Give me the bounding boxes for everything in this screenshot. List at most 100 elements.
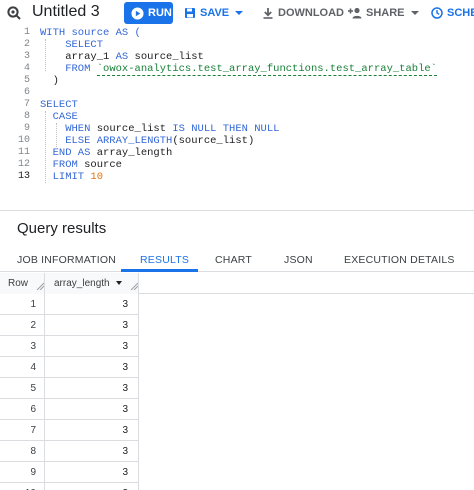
table-row[interactable]: 73 [0,420,474,441]
code-line[interactable]: 8 CASE [0,111,474,123]
line-number: 9 [23,123,30,134]
sql-keyword: AS [115,51,129,63]
editor-results-divider[interactable] [0,210,474,211]
code-line[interactable]: 10 ELSE ARRAY_LENGTH(source_list) [0,135,474,147]
save-button[interactable]: SAVE [184,7,244,19]
indent-guide [45,39,46,71]
table-row[interactable]: 23 [0,315,474,336]
sql-keyword: END AS [40,147,97,159]
code-token: ) [40,75,59,87]
schedule-button-label: SCHED [447,7,474,19]
query-title[interactable]: Untitled 3 [32,3,100,21]
column-header-label: array_length [54,278,110,289]
table-row[interactable]: 63 [0,399,474,420]
table-row[interactable]: 93 [0,462,474,483]
code-text: LIMIT 10 [40,171,103,183]
schedule-button[interactable]: SCHED [431,7,474,19]
sql-keyword: LIMIT [40,171,91,183]
table-row[interactable]: 83 [0,441,474,462]
sql-keyword: FROM [40,63,97,75]
array-length-cell[interactable]: 3 [46,404,128,415]
line-number: 1 [23,27,30,38]
sql-keyword: SELECT [40,99,78,111]
array-length-cell[interactable]: 3 [46,467,128,478]
run-button[interactable]: RUN [124,2,173,24]
save-icon [185,8,195,18]
table-row[interactable]: 43 [0,357,474,378]
tab-execution-details[interactable]: EXECUTION DETAILS [344,254,455,266]
line-number: 10 [17,135,30,146]
array-length-cell[interactable]: 3 [46,383,128,394]
code-line[interactable]: 9 WHEN source_list IS NULL THEN NULL [0,123,474,135]
sort-down-icon[interactable] [115,281,122,286]
code-line[interactable]: 4 FROM `owox-analytics.test_array_functi… [0,63,474,76]
code-text: ELSE ARRAY_LENGTH(source_list) [40,135,254,147]
share-button[interactable]: SHARE [348,7,419,19]
tab-job-information[interactable]: JOB INFORMATION [17,254,116,266]
code-text: WHEN source_list IS NULL THEN NULL [40,123,279,135]
results-table: Row array_length 132333435363738393103 [0,273,474,490]
code-token: array_length [96,147,173,159]
code-token: source_list [96,123,173,135]
code-line[interactable]: 7 SELECT [0,99,474,111]
code-line[interactable]: 1 WITH source AS ( [0,27,474,39]
code-text: SELECT [40,99,78,111]
tab-json[interactable]: JSON [284,254,313,266]
line-number: 6 [23,87,30,98]
row-number: 6 [30,404,36,415]
query-icon [7,6,21,20]
column-resize-icon[interactable] [130,282,138,290]
line-number: 12 [17,159,30,170]
column-header-row: Row [8,278,29,289]
download-icon [263,8,273,19]
share-button-label: SHARE [366,7,405,19]
sql-keyword: WITH source AS ( [40,27,141,39]
save-button-label: SAVE [200,7,230,19]
tab-chart[interactable]: CHART [215,254,252,266]
line-number: 4 [23,63,30,74]
code-line[interactable]: 5 ) [0,75,474,87]
row-number: 1 [30,299,36,310]
code-text: WITH source AS ( [40,27,141,39]
code-line[interactable]: 6 [0,87,474,99]
array-length-cell[interactable]: 3 [46,320,128,331]
play-icon [131,6,144,20]
code-line[interactable]: 12 FROM source [0,159,474,171]
array-length-cell[interactable]: 3 [46,341,128,352]
code-text: FROM `owox-analytics.test_array_function… [40,63,437,76]
code-text: SELECT [40,39,103,51]
sql-keyword: IS NULL THEN NULL [172,123,280,135]
column-header-array-length[interactable]: array_length [54,278,122,289]
chevron-down-icon [410,11,419,15]
add-person-icon [348,7,362,19]
code-token: array_1 [40,51,116,63]
row-number: 9 [30,467,36,478]
sql-keyword: WHEN [40,123,97,135]
sql-keyword: SELECT [40,39,104,51]
array-length-cell[interactable]: 3 [46,425,128,436]
code-text: array_1 AS source_list [40,51,204,63]
code-line[interactable]: 11 END AS array_length [0,147,474,159]
table-row[interactable]: 103 [0,483,474,490]
row-number: 8 [30,446,36,457]
numeric-literal: 10 [90,171,104,183]
code-token: source_list [128,51,204,63]
tab-results[interactable]: RESULTS [140,254,189,266]
table-row[interactable]: 13 [0,294,474,315]
code-text: ) [40,75,59,87]
array-length-cell[interactable]: 3 [46,299,128,310]
download-button[interactable]: DOWNLOAD [262,7,344,19]
code-line[interactable]: 13 LIMIT 10 [0,171,474,183]
code-line[interactable]: 3 array_1 AS source_list [0,51,474,63]
sql-editor[interactable]: 1 WITH source AS (2 SELECT 3 array_1 AS so… [0,27,474,187]
table-row[interactable]: 53 [0,378,474,399]
results-tabs: JOB INFORMATION RESULTS CHART JSON EXECU… [0,248,474,272]
indent-guide [45,111,46,183]
clock-icon [431,7,443,19]
array-length-cell[interactable]: 3 [46,446,128,457]
column-resize-icon[interactable] [36,282,44,290]
code-line[interactable]: 2 SELECT [0,39,474,51]
table-row[interactable]: 33 [0,336,474,357]
row-number: 4 [30,362,36,373]
array-length-cell[interactable]: 3 [46,362,128,373]
